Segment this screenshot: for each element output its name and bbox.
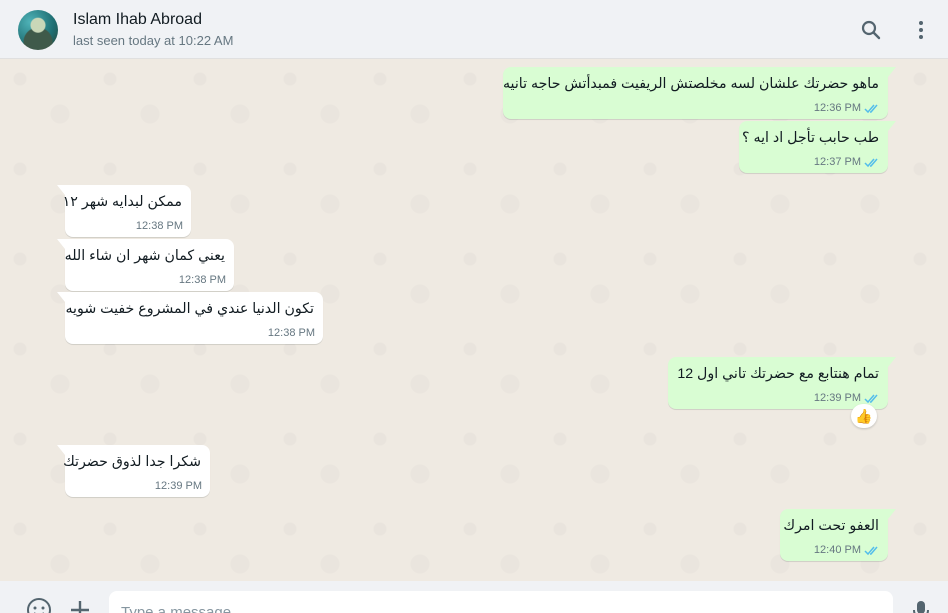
- message-input[interactable]: [109, 591, 893, 613]
- message-text: ممكن لبدايه شهر ١٢: [62, 194, 182, 210]
- message-meta: 12:39 PM: [155, 480, 202, 492]
- message-time: 12:38 PM: [267, 327, 315, 339]
- message-meta: 12:38 PM: [268, 327, 315, 339]
- message-incoming[interactable]: شكرا جدا لذوق حضرتك 12:39 PM: [57, 445, 210, 497]
- message-text: ماهو حضرتك علشان لسه مخلصتش الريفيت فمبد…: [502, 76, 879, 92]
- read-ticks-icon: [864, 394, 878, 403]
- message-text: طب حابب تأجل اد ايه ؟: [742, 130, 879, 146]
- message-meta: 12:40 PM: [814, 544, 880, 556]
- message-outgoing[interactable]: طب حابب تأجل اد ايه ؟ 12:37 PM: [739, 121, 896, 173]
- message-outgoing[interactable]: العفو تحت امرك 12:40 PM: [780, 509, 896, 561]
- plus-icon[interactable]: [67, 597, 93, 613]
- message-meta: 12:37 PM: [814, 156, 880, 168]
- message-time: 12:38 PM: [178, 274, 226, 286]
- message-time: 12:36 PM: [813, 102, 861, 114]
- message-text: شكرا جدا لذوق حضرتك: [63, 454, 201, 470]
- message-time: 12:38 PM: [135, 220, 183, 232]
- message-incoming[interactable]: تكون الدنيا عندي في المشروع خفيت شويه 12…: [57, 292, 323, 344]
- message-time: 12:40 PM: [813, 544, 861, 556]
- search-icon[interactable]: [859, 18, 883, 42]
- contact-avatar[interactable]: [18, 10, 58, 50]
- message-meta: 12:36 PM: [814, 102, 880, 114]
- message-meta: 12:38 PM: [136, 220, 183, 232]
- message-text: تمام هنتابع مع حضرتك تاني اول 12: [677, 366, 879, 382]
- message-outgoing[interactable]: ماهو حضرتك علشان لسه مخلصتش الريفيت فمبد…: [502, 67, 896, 119]
- message-text: يعني كمان شهر ان شاء الله: [64, 248, 225, 264]
- read-ticks-icon: [864, 104, 878, 113]
- message-time: 12:39 PM: [154, 480, 202, 492]
- read-ticks-icon: [864, 158, 878, 167]
- kebab-menu-icon[interactable]: [909, 18, 933, 42]
- message-meta: 12:38 PM: [179, 274, 226, 286]
- thumbs-up-reaction[interactable]: 👍: [851, 404, 877, 428]
- message-incoming[interactable]: ممكن لبدايه شهر ١٢ 12:38 PM: [57, 185, 191, 237]
- last-seen-status: last seen today at 10:22 AM: [73, 33, 234, 48]
- chat-conversation[interactable]: ماهو حضرتك علشان لسه مخلصتش الريفيت فمبد…: [0, 59, 948, 581]
- message-meta: 12:39 PM: [814, 392, 880, 404]
- message-time: 12:39 PM: [813, 392, 861, 404]
- message-time: 12:37 PM: [813, 156, 861, 168]
- contact-name[interactable]: Islam Ihab Abroad: [73, 11, 202, 29]
- microphone-icon[interactable]: [908, 597, 934, 613]
- message-outgoing[interactable]: تمام هنتابع مع حضرتك تاني اول 12 12:39 P…: [668, 357, 896, 409]
- chat-header: Islam Ihab Abroad last seen today at 10:…: [0, 0, 948, 59]
- message-text: العفو تحت امرك: [783, 518, 879, 534]
- read-ticks-icon: [864, 546, 878, 555]
- message-incoming[interactable]: يعني كمان شهر ان شاء الله 12:38 PM: [57, 239, 234, 291]
- message-composer: [0, 581, 948, 613]
- message-text: تكون الدنيا عندي في المشروع خفيت شويه: [65, 301, 314, 317]
- emoji-icon[interactable]: [26, 597, 52, 613]
